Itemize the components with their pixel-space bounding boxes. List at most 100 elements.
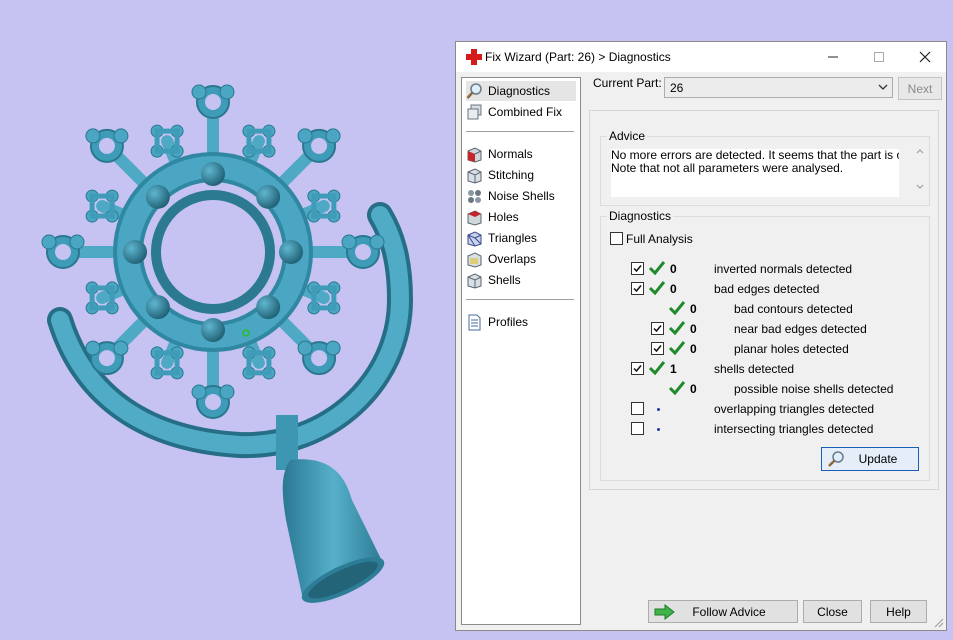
overlapping-triangles-checkbox[interactable] [631,402,644,415]
planar-holes-label: planar holes detected [734,342,849,356]
3d-viewport[interactable] [0,0,455,637]
nav-item-overlaps[interactable]: Overlaps [466,249,576,269]
green-check-icon [669,301,685,316]
pending-dot-icon [657,408,660,411]
nav-item-label: Shells [488,273,521,287]
green-check-icon [649,361,665,376]
intersecting-triangles-label: intersecting triangles detected [714,422,874,436]
nav-item-holes[interactable]: Holes [466,207,576,227]
update-button[interactable]: Update [821,447,919,471]
follow-advice-button[interactable]: Follow Advice [648,600,798,623]
help-button[interactable]: Help [870,600,927,623]
bad-contours-label: bad contours detected [734,302,853,316]
document-icon [468,314,481,330]
close-window-button[interactable] [902,42,948,72]
inverted-normals-checkbox[interactable] [631,262,644,275]
shells-checkbox[interactable] [631,362,644,375]
checkmark-icon [633,365,642,373]
diagnostics-title: Diagnostics [607,209,674,223]
stitching-cube-icon [467,167,482,184]
close-button[interactable]: Close [803,600,862,623]
normals-cube-icon [467,146,482,163]
part-model[interactable] [0,0,455,637]
current-part-value: 26 [670,81,684,95]
nav-item-label: Normals [488,147,533,161]
near-bad-edges-label: near bad edges detected [734,322,867,336]
bad-contours-count: 0 [690,302,697,316]
checkmark-icon [633,265,642,273]
full-analysis-label: Full Analysis [626,232,693,246]
nav-item-label: Triangles [488,231,537,245]
checkmark-icon [633,285,642,293]
full-analysis-checkbox[interactable] [610,232,623,245]
nav-item-label: Diagnostics [488,84,551,98]
overlaps-cube-icon [467,251,482,268]
update-button-label: Update [858,452,898,466]
planar-holes-checkbox[interactable] [651,342,664,355]
bad-edges-count: 0 [670,282,677,296]
shells-cube-icon [467,272,482,289]
title-bar[interactable]: Fix Wizard (Part: 26) > Diagnostics [456,42,946,72]
advice-scrollbar[interactable] [914,147,926,193]
checkmark-icon [653,345,662,353]
nav-item-label: Stitching [488,168,535,182]
green-check-icon [649,261,665,276]
nav-item-label: Holes [488,210,519,224]
green-arrow-icon [654,604,675,620]
minimize-icon [828,56,838,58]
nav-item-label: Overlaps [488,252,537,266]
magnifier-icon [828,451,844,467]
follow-advice-label: Follow Advice [692,604,766,619]
nav-item-combined-fix[interactable]: Combined Fix [466,102,576,122]
chevron-down-icon [878,84,888,90]
holes-cube-icon [467,209,482,226]
minimize-button[interactable] [810,42,856,72]
wizard-nav: Diagnostics Combined Fix Normals Stitchi… [461,77,581,625]
green-check-icon [669,321,685,336]
stacked-cubes-icon [467,104,482,119]
green-check-icon [669,341,685,356]
triangles-cube-icon [467,230,482,247]
advice-title: Advice [607,129,648,143]
shells-label: shells detected [714,362,795,376]
nav-divider [466,299,574,300]
nav-item-profiles[interactable]: Profiles [466,312,576,332]
noise-shells-icon [468,189,481,203]
nav-item-diagnostics[interactable]: Diagnostics [466,81,576,101]
green-check-icon [649,281,665,296]
nav-item-stitching[interactable]: Stitching [466,165,576,185]
resize-grip-icon[interactable] [934,618,944,628]
noise-shells-count: 0 [690,382,697,396]
diagnostics-panel: Advice No more errors are detected. It s… [589,110,939,490]
fix-wizard-dialog: Fix Wizard (Part: 26) > Diagnostics Diag… [455,41,947,631]
bad-edges-label: bad edges detected [714,282,820,296]
bad-edges-checkbox[interactable] [631,282,644,295]
next-button-label: Next [907,81,933,96]
nav-item-label: Combined Fix [488,105,563,119]
nav-divider [466,131,574,132]
noise-shells-label: possible noise shells detected [734,382,894,396]
red-cross-icon [466,49,482,65]
nav-item-triangles[interactable]: Triangles [466,228,576,248]
inverted-normals-count: 0 [670,262,677,276]
advice-group: Advice No more errors are detected. It s… [600,129,930,206]
diagnostics-group: Diagnostics Full Analysis 0 inverted nor… [600,209,930,481]
nav-item-noise-shells[interactable]: Noise Shells [466,186,576,206]
help-button-label: Help [886,604,911,619]
planar-holes-count: 0 [690,342,697,356]
window-title: Fix Wizard (Part: 26) > Diagnostics [485,50,671,64]
maximize-icon [874,52,884,62]
nav-item-shells[interactable]: Shells [466,270,576,290]
advice-line-2: Note that not all parameters were analys… [611,161,844,175]
maximize-button[interactable] [856,42,902,72]
nav-item-normals[interactable]: Normals [466,144,576,164]
near-bad-edges-count: 0 [690,322,697,336]
current-part-select[interactable]: 26 [664,77,893,98]
next-button[interactable]: Next [898,77,942,100]
shells-count: 1 [670,362,677,376]
close-button-label: Close [817,604,848,619]
near-bad-edges-checkbox[interactable] [651,322,664,335]
advice-text-box[interactable]: No more errors are detected. It seems th… [611,149,899,197]
intersecting-triangles-checkbox[interactable] [631,422,644,435]
green-check-icon [669,381,685,396]
